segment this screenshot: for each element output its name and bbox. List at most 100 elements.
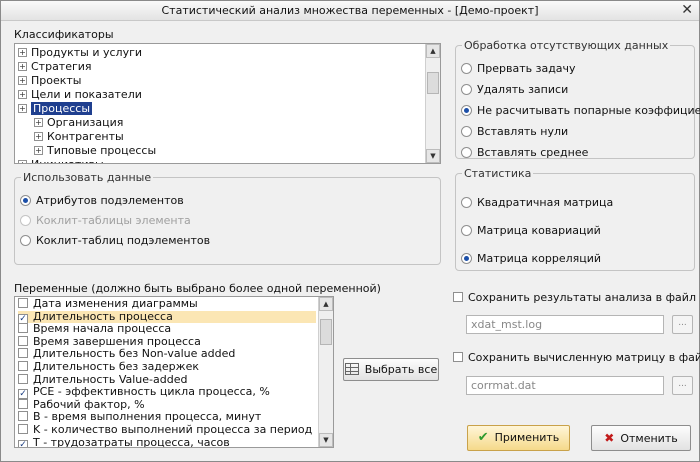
radio-option[interactable]: Вставлять среднее bbox=[461, 146, 588, 160]
radio-button bbox=[461, 105, 472, 116]
checkbox-icon[interactable] bbox=[18, 298, 28, 308]
close-icon[interactable]: ✕ bbox=[681, 2, 693, 18]
apply-button[interactable]: ✔ Применить bbox=[467, 425, 570, 451]
radio-button bbox=[461, 147, 472, 158]
missing-data-legend: Обработка отсутствующих данных bbox=[464, 39, 669, 52]
list-item-label: Рабочий фактор, % bbox=[33, 397, 145, 411]
checkbox-icon[interactable]: ✓ bbox=[18, 313, 28, 324]
radio-button bbox=[20, 235, 31, 246]
list-item-label: Время завершения процесса bbox=[33, 334, 201, 348]
checkbox-icon[interactable] bbox=[18, 424, 28, 434]
radio-option[interactable]: Квадратичная матрица bbox=[461, 196, 613, 210]
save-matrix-label: Сохранить вычисленную матрицу в файл bbox=[468, 351, 700, 364]
checkbox-box bbox=[453, 292, 463, 302]
window-title: Статистический анализ множества переменн… bbox=[161, 4, 539, 17]
radio-label: Квадратичная матрица bbox=[477, 196, 614, 209]
radio-option[interactable]: Коклит-таблиц подэлементов bbox=[20, 234, 210, 248]
save-matrix-checkbox[interactable]: Сохранить вычисленную матрицу в файл bbox=[453, 351, 700, 364]
tree-item-label: Цели и показатели bbox=[31, 88, 142, 101]
tree-item[interactable]: + Инициативы bbox=[18, 158, 104, 163]
scroll-up-icon[interactable]: ▲ bbox=[426, 44, 440, 58]
variables-list[interactable]: ▲ ▼ Дата изменения диаграммы ✓ Длительност… bbox=[14, 296, 334, 448]
tree-item[interactable]: + Организация bbox=[34, 116, 123, 130]
radio-button bbox=[461, 253, 472, 264]
tree-item[interactable]: + Продукты и услуги bbox=[18, 46, 142, 60]
cancel-button[interactable]: ✖ Отменить bbox=[591, 425, 691, 451]
expand-icon[interactable]: + bbox=[34, 146, 43, 155]
checkbox-icon[interactable] bbox=[18, 335, 28, 346]
radio-label: Не расчитывать попарные коэффициенты bbox=[477, 104, 700, 117]
checkbox-icon[interactable] bbox=[18, 348, 28, 359]
expand-icon[interactable]: + bbox=[18, 90, 27, 99]
scroll-thumb[interactable] bbox=[427, 72, 439, 94]
title-bar: Статистический анализ множества переменн… bbox=[1, 1, 699, 21]
tree-item[interactable]: + Проекты bbox=[18, 74, 82, 88]
tree-item-label: Продукты и услуги bbox=[31, 46, 143, 59]
matrix-file-input[interactable]: corrmat.dat bbox=[466, 376, 664, 395]
checkbox-icon[interactable] bbox=[18, 411, 28, 422]
radio-option[interactable]: Матрица корреляций bbox=[461, 252, 601, 266]
radio-option[interactable]: Не расчитывать попарные коэффициенты bbox=[461, 104, 700, 118]
list-item[interactable]: ✓ T - трудозатраты процесса, часов bbox=[18, 435, 316, 448]
classifiers-scrollbar[interactable]: ▲ ▼ bbox=[425, 44, 440, 163]
expand-icon[interactable]: + bbox=[34, 118, 43, 127]
expand-icon[interactable]: + bbox=[18, 76, 27, 85]
scroll-down-icon[interactable]: ▼ bbox=[319, 433, 333, 447]
radio-option[interactable]: Матрица ковариаций bbox=[461, 224, 601, 238]
grid-icon bbox=[344, 363, 359, 375]
checkbox-icon[interactable] bbox=[18, 398, 28, 409]
dialog-window: Статистический анализ множества переменн… bbox=[0, 0, 700, 462]
radio-label: Матрица ковариаций bbox=[477, 224, 601, 237]
checkbox-icon[interactable] bbox=[18, 323, 28, 334]
close-icon: ✖ bbox=[604, 431, 615, 445]
scroll-thumb[interactable] bbox=[320, 319, 332, 345]
variables-scrollbar[interactable]: ▲ ▼ bbox=[318, 297, 333, 447]
statistics-legend: Статистика bbox=[464, 167, 532, 180]
matrix-browse-button[interactable]: ... bbox=[672, 376, 693, 395]
radio-label: Матрица корреляций bbox=[477, 252, 602, 265]
radio-option: Коклит-таблицы элемента bbox=[20, 214, 191, 228]
radio-option[interactable]: Прервать задачу bbox=[461, 62, 576, 76]
tree-item[interactable]: + Стратегия bbox=[18, 60, 92, 74]
expand-icon[interactable]: + bbox=[18, 48, 27, 57]
tree-item-label: Стратегия bbox=[31, 60, 92, 73]
results-browse-button[interactable]: ... bbox=[672, 315, 693, 334]
radio-option[interactable]: Вставлять нули bbox=[461, 125, 568, 139]
list-item-label: B - время выполнения процесса, минут bbox=[33, 410, 262, 424]
save-results-checkbox[interactable]: Сохранить результаты анализа в файл bbox=[453, 291, 696, 304]
scroll-up-icon[interactable]: ▲ bbox=[319, 297, 333, 311]
classifiers-label: Классификаторы bbox=[14, 28, 114, 41]
checkbox-icon[interactable] bbox=[18, 373, 28, 384]
radio-option[interactable]: Удалять записи bbox=[461, 83, 568, 97]
radio-label: Вставлять среднее bbox=[477, 146, 589, 159]
classifiers-tree[interactable]: ▲ ▼ + Продукты и услуги + Стратегия + Проекты… bbox=[14, 43, 441, 164]
tree-item-label: Организация bbox=[47, 116, 124, 129]
checkbox-icon[interactable]: ✓ bbox=[18, 439, 28, 447]
apply-label: Применить bbox=[494, 431, 560, 444]
missing-data-group: Обработка отсутствующих данных Прервать … bbox=[455, 39, 700, 160]
radio-button bbox=[461, 197, 472, 208]
expand-icon[interactable]: + bbox=[18, 62, 27, 71]
scroll-down-icon[interactable]: ▼ bbox=[426, 149, 440, 163]
radio-button bbox=[461, 84, 472, 95]
select-all-button[interactable]: Выбрать все bbox=[343, 358, 439, 381]
expand-icon[interactable]: + bbox=[18, 160, 27, 163]
list-item-label: Длительность без задержек bbox=[33, 360, 199, 373]
tree-item[interactable]: + Контрагенты bbox=[34, 130, 124, 144]
checkbox-box bbox=[453, 352, 463, 362]
radio-label: Вставлять нули bbox=[477, 125, 569, 138]
tree-item[interactable]: + Процессы bbox=[18, 102, 93, 116]
checkbox-icon[interactable] bbox=[18, 361, 28, 371]
use-data-legend: Использовать данные bbox=[23, 171, 152, 184]
results-file-input[interactable]: xdat_mst.log bbox=[466, 315, 664, 334]
checkbox-icon[interactable]: ✓ bbox=[18, 389, 28, 400]
list-item-label: T - трудозатраты процесса, часов bbox=[33, 435, 230, 448]
list-item-label: Длительность без Non-value added bbox=[33, 347, 236, 361]
radio-label: Прервать задачу bbox=[477, 62, 576, 75]
radio-option[interactable]: Атрибутов подэлементов bbox=[20, 194, 184, 208]
tree-item[interactable]: + Цели и показатели bbox=[18, 88, 142, 102]
tree-item-label: Инициативы bbox=[31, 158, 104, 163]
tree-item[interactable]: + Типовые процессы bbox=[34, 144, 156, 158]
expand-icon[interactable]: + bbox=[34, 132, 43, 141]
expand-icon[interactable]: + bbox=[18, 104, 27, 113]
